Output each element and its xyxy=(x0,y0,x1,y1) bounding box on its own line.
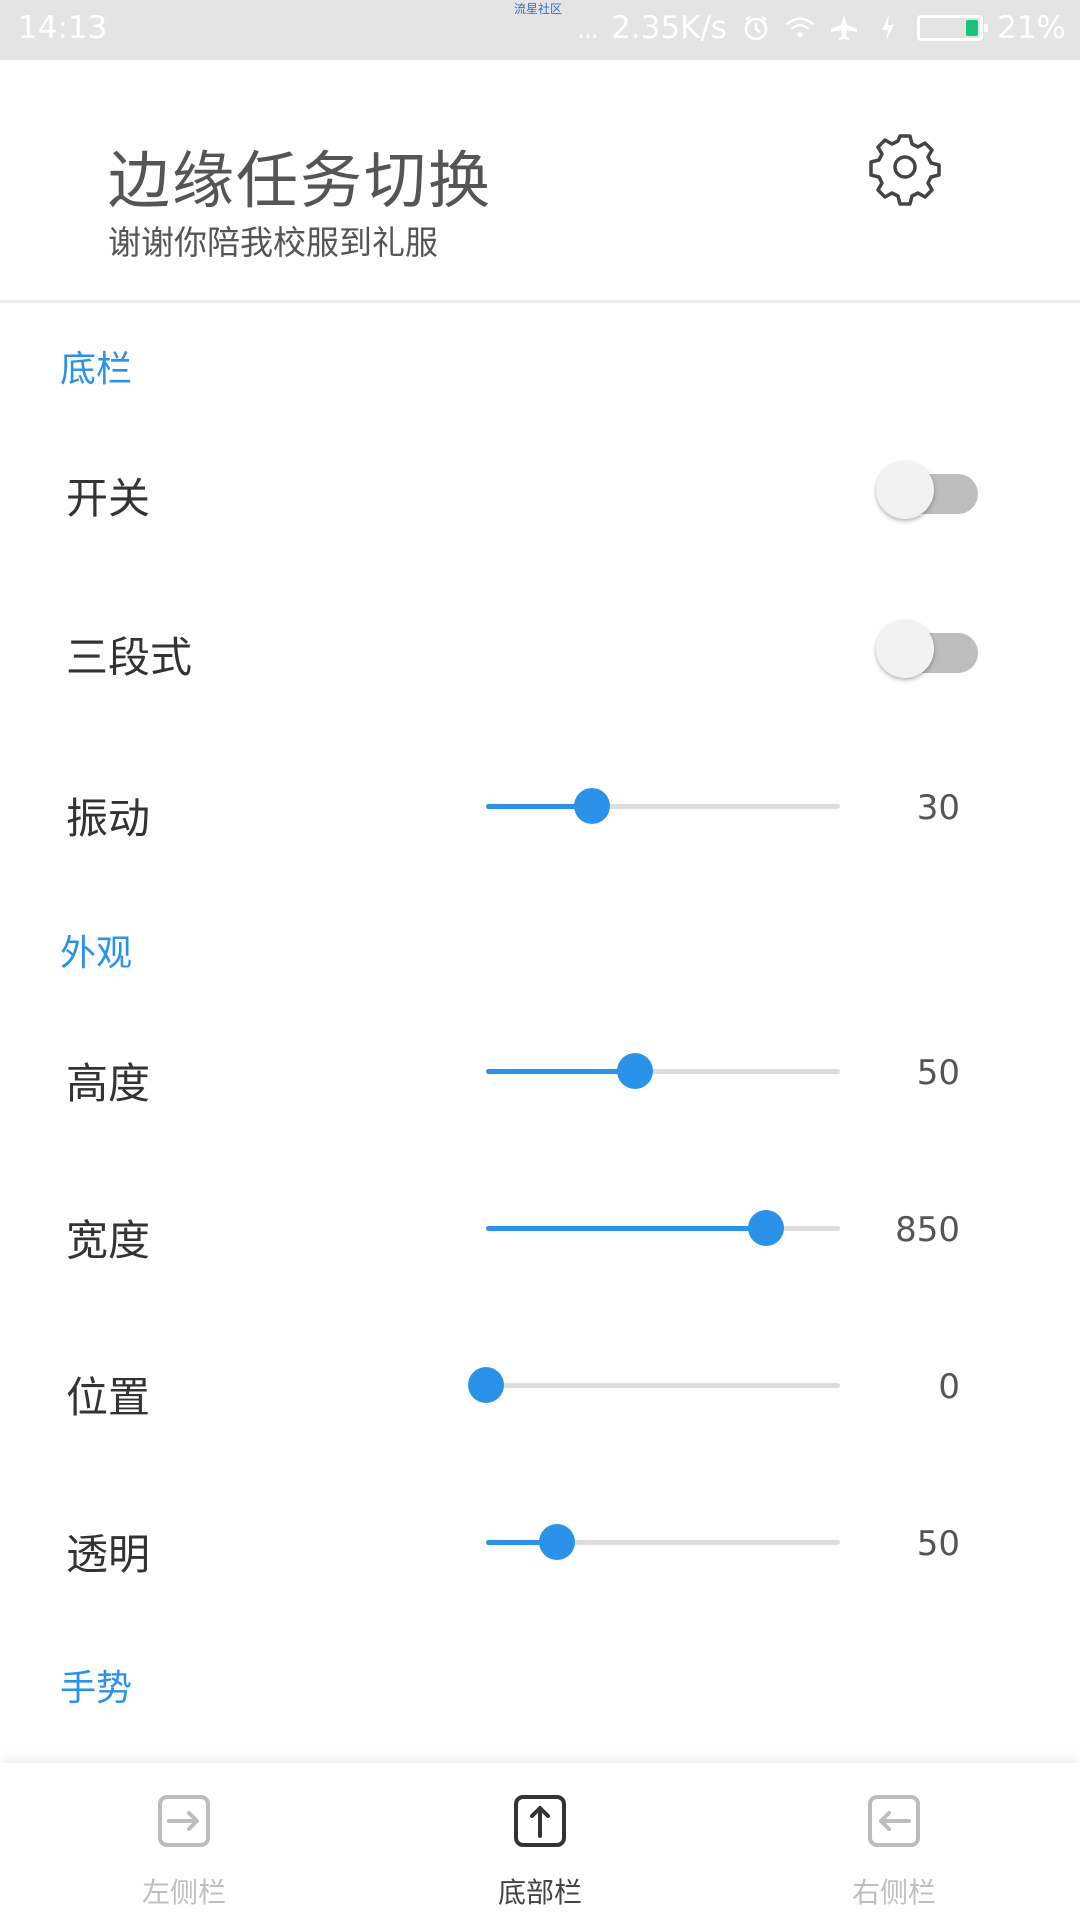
left-panel-icon xyxy=(157,1794,211,1848)
nav-left-sidebar[interactable]: 左侧栏 xyxy=(4,1763,364,1920)
position-label: 位置 xyxy=(66,1373,151,1422)
status-time: 14:13 xyxy=(18,10,108,46)
status-right: ... 2.35K/s 21% xyxy=(576,10,1066,46)
vibration-label: 振动 xyxy=(66,794,151,843)
network-dots: ... xyxy=(576,11,599,45)
height-slider[interactable] xyxy=(486,1051,840,1091)
width-label: 宽度 xyxy=(66,1216,151,1265)
toggle-switch[interactable] xyxy=(876,457,984,521)
charging-icon xyxy=(873,13,903,43)
position-value: 0 xyxy=(938,1367,960,1407)
height-value: 50 xyxy=(916,1053,960,1093)
width-value: 850 xyxy=(895,1210,960,1250)
vibration-value: 30 xyxy=(916,788,960,828)
opacity-label: 透明 xyxy=(66,1530,151,1579)
page-title: 边缘任务切换 xyxy=(108,144,493,217)
vibration-slider[interactable] xyxy=(486,786,840,826)
nav-bottom-bar[interactable]: 底部栏 xyxy=(360,1763,720,1920)
width-slider[interactable] xyxy=(486,1208,840,1248)
page-subtitle: 谢谢你陪我校服到礼服 xyxy=(108,223,438,262)
app-header: 边缘任务切换 谢谢你陪我校服到礼服 xyxy=(0,60,1080,303)
network-speed: 2.35K/s xyxy=(611,10,728,46)
opacity-value: 50 xyxy=(916,1524,960,1564)
height-label: 高度 xyxy=(66,1059,151,1108)
nav-right-sidebar[interactable]: 右侧栏 xyxy=(714,1763,1074,1920)
bottom-navigation: 左侧栏 底部栏 右侧栏 xyxy=(0,1763,1080,1920)
wifi-icon xyxy=(785,13,815,43)
battery-percent: 21% xyxy=(997,10,1066,46)
section-title-gesture: 手势 xyxy=(60,1668,133,1709)
status-bar: 14:13 流星社区 ... 2.35K/s 21% xyxy=(0,0,1080,60)
status-carrier: 流星社区 xyxy=(514,2,563,16)
toggle-label: 开关 xyxy=(66,474,151,523)
three-stage-switch[interactable] xyxy=(876,616,984,680)
opacity-slider[interactable] xyxy=(486,1522,840,1562)
bottom-panel-icon xyxy=(513,1794,567,1848)
section-title-appearance: 外观 xyxy=(60,933,133,974)
three-stage-label: 三段式 xyxy=(66,633,193,682)
battery-icon xyxy=(917,15,989,41)
nav-right-label: 右侧栏 xyxy=(851,1876,936,1909)
right-panel-icon xyxy=(867,1794,921,1848)
position-slider[interactable] xyxy=(468,1365,840,1405)
airplane-icon xyxy=(829,13,859,43)
alarm-icon xyxy=(741,13,771,43)
nav-bottom-label: 底部栏 xyxy=(497,1876,582,1909)
gear-icon[interactable] xyxy=(866,128,944,206)
section-title-bottom-bar: 底栏 xyxy=(60,349,133,390)
nav-left-label: 左侧栏 xyxy=(141,1876,226,1909)
